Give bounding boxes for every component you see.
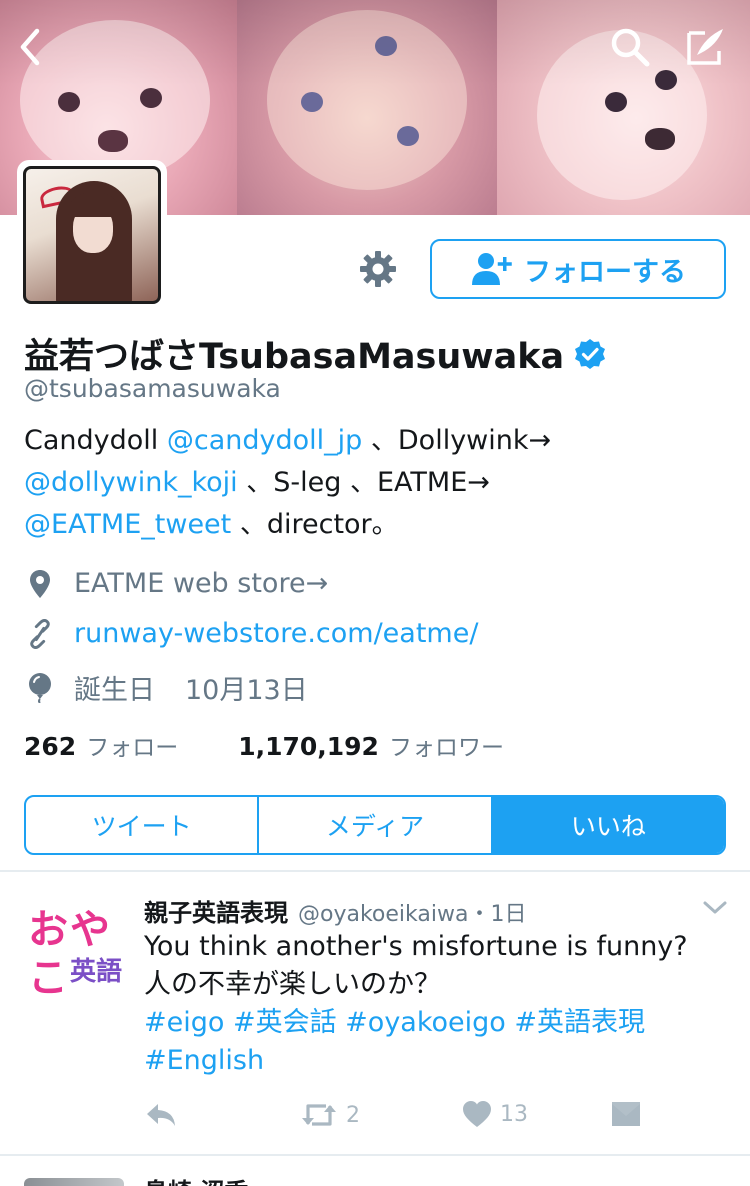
tweet-author-name[interactable]: 親子英語表現 bbox=[144, 893, 288, 928]
bio-mention-eatme[interactable]: @EATME_tweet bbox=[24, 509, 231, 540]
profile-stats: 262 フォロー 1,170,192 フォロワー bbox=[24, 728, 504, 762]
tab-tweets[interactable]: ツイート bbox=[26, 797, 260, 853]
follow-button-label: フォローする bbox=[524, 256, 686, 288]
avatar-logo-text: こ bbox=[28, 955, 68, 1001]
gear-icon bbox=[360, 251, 396, 287]
tweet-text: You think another's misfortune is funny?… bbox=[144, 928, 734, 1080]
tweet-text-line: You think another's misfortune is funny? bbox=[144, 931, 688, 962]
reply-button[interactable] bbox=[144, 1100, 178, 1130]
like-button[interactable]: 13 bbox=[462, 1100, 528, 1128]
following-count[interactable]: 262 bbox=[24, 732, 76, 761]
verified-badge-icon bbox=[575, 338, 606, 369]
tweet-actions: 2 13 bbox=[144, 1100, 704, 1134]
chevron-down-icon bbox=[703, 901, 727, 914]
reply-icon bbox=[147, 1104, 175, 1126]
bio-mention-candydoll[interactable]: @candydoll_jp bbox=[167, 425, 362, 456]
bio-text: Candydoll bbox=[24, 425, 167, 456]
tweet-hashtags[interactable]: #eigo #英会話 #oyakoeigo #英語表現 bbox=[144, 1004, 734, 1042]
next-tweet-author-name[interactable]: 鳥崎 涩香 bbox=[144, 1172, 248, 1186]
profile-avatar-frame[interactable] bbox=[17, 160, 167, 310]
followers-label[interactable]: フォロワー bbox=[389, 728, 504, 762]
display-name-text: 益若つばさTsubasaMasuwaka bbox=[24, 337, 565, 377]
birthday-label: 誕生日 bbox=[74, 675, 155, 706]
profile-handle: @tsubasamasuwaka bbox=[24, 374, 281, 403]
tweet-header: 親子英語表現 @oyakoeikaiwa ・1日 bbox=[144, 893, 526, 928]
profile-bio: Candydoll @candydoll_jp 、Dollywink→ @dol… bbox=[24, 420, 724, 546]
tweet-menu-button[interactable] bbox=[702, 898, 728, 918]
location-row: EATME web store→ bbox=[28, 568, 328, 599]
follow-button[interactable]: フォローする bbox=[430, 239, 726, 299]
tab-likes[interactable]: いいね bbox=[492, 797, 724, 853]
compose-icon bbox=[687, 29, 723, 65]
like-count: 13 bbox=[500, 1101, 528, 1127]
next-tweet-avatar[interactable] bbox=[24, 1178, 124, 1186]
search-icon bbox=[611, 28, 650, 67]
followers-count[interactable]: 1,170,192 bbox=[238, 732, 379, 761]
tweet-text-line: 人の不幸が楽しいのか？ bbox=[144, 969, 441, 1000]
website-link[interactable]: runway-webstore.com/eatme/ bbox=[74, 618, 478, 649]
compose-button[interactable] bbox=[680, 22, 730, 72]
location-text: EATME web store→ bbox=[74, 568, 329, 599]
add-user-icon bbox=[472, 253, 512, 285]
tweet-author-avatar[interactable]: おや こ 英語 bbox=[24, 893, 123, 1001]
heart-icon bbox=[463, 1101, 491, 1127]
envelope-icon bbox=[612, 1102, 640, 1126]
bio-mention-dollywink[interactable]: @dollywink_koji bbox=[24, 467, 238, 498]
birthday-value: 10月13日 bbox=[185, 675, 308, 706]
bio-text: 、director。 bbox=[231, 509, 399, 540]
divider bbox=[0, 1154, 750, 1156]
bio-text: 、Dollywink→ bbox=[362, 425, 552, 456]
tweet-author-handle[interactable]: @oyakoeikaiwa bbox=[298, 902, 468, 927]
bio-text: 、S-leg 、EATME→ bbox=[237, 467, 490, 498]
location-pin-icon bbox=[28, 569, 52, 599]
avatar bbox=[23, 166, 161, 304]
settings-button[interactable] bbox=[355, 246, 401, 292]
retweet-icon bbox=[302, 1104, 336, 1126]
tab-media[interactable]: メディア bbox=[259, 797, 493, 853]
tweet-time: ・1日 bbox=[468, 902, 527, 927]
display-name: 益若つばさTsubasaMasuwaka bbox=[24, 328, 606, 379]
birthday-row: 誕生日 10月13日 bbox=[28, 668, 308, 707]
following-label[interactable]: フォロー bbox=[86, 728, 178, 762]
search-button[interactable] bbox=[605, 22, 655, 72]
retweet-count: 2 bbox=[346, 1102, 360, 1128]
avatar-logo-text: 英語 bbox=[70, 957, 123, 987]
direct-message-button[interactable] bbox=[610, 1100, 642, 1128]
link-icon bbox=[28, 618, 52, 649]
tweet-hashtags[interactable]: #English bbox=[144, 1042, 734, 1080]
website-row[interactable]: runway-webstore.com/eatme/ bbox=[28, 618, 478, 649]
back-button[interactable] bbox=[5, 22, 55, 72]
chevron-left-icon bbox=[20, 28, 40, 66]
profile-tabs: ツイート メディア いいね bbox=[24, 795, 726, 855]
divider bbox=[0, 870, 750, 872]
retweet-button[interactable]: 2 bbox=[300, 1100, 360, 1130]
balloon-icon bbox=[28, 672, 52, 703]
